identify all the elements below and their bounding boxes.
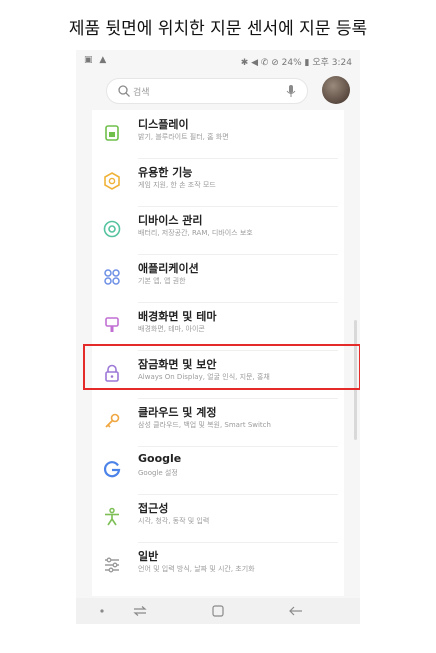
back-icon[interactable] [284, 602, 308, 620]
avatar[interactable] [322, 76, 350, 104]
menu-item-subtitle: 시각, 청각, 동작 및 입력 [138, 517, 210, 525]
menu-item-accessibility[interactable]: 접근성 시각, 청각, 동작 및 입력 [92, 494, 344, 542]
phone-screen: ▣ ▲ ✱ ◀ ✆ ⊘ 24% ▮ 오후 3:24 검색 디스플레이 밝기, 블… [76, 50, 360, 624]
recent-apps-icon[interactable] [128, 602, 152, 620]
menu-item-apps[interactable]: 애플리케이션 기본 앱, 앱 권한 [92, 254, 344, 302]
menu-item-title: Google [138, 452, 182, 465]
menu-item-subtitle: 언어 및 입력 방식, 날짜 및 시간, 초기화 [138, 565, 255, 573]
navigation-bar [76, 598, 360, 624]
menu-item-title: 클라우드 및 계정 [138, 406, 217, 419]
menu-item-cloud-accounts[interactable]: 클라우드 및 계정 삼성 클라우드, 백업 및 복원, Smart Switch [92, 398, 344, 446]
status-bar: ▣ ▲ ✱ ◀ ✆ ⊘ 24% ▮ 오후 3:24 [76, 50, 360, 70]
sliders-icon [105, 557, 119, 573]
mic-icon[interactable] [285, 84, 297, 98]
menu-item-title: 일반 [138, 550, 159, 563]
google-icon [103, 461, 121, 478]
search-input[interactable]: 검색 [106, 78, 308, 104]
brush-icon [105, 317, 119, 332]
menu-item-title: 애플리케이션 [138, 262, 199, 275]
highlight-box [83, 344, 360, 390]
menu-item-title: 디스플레이 [138, 118, 189, 131]
menu-item-google[interactable]: Google Google 설정 [92, 446, 344, 494]
menu-item-subtitle: Google 설정 [138, 469, 178, 477]
menu-item-display[interactable]: 디스플레이 밝기, 블루라이트 필터, 홈 화면 [92, 110, 344, 158]
home-icon[interactable] [206, 602, 230, 620]
display-icon [105, 125, 119, 141]
menu-item-advanced-features[interactable]: 유용한 기능 게임 지원, 한 손 조작 모드 [92, 158, 344, 206]
menu-item-subtitle: 밝기, 블루라이트 필터, 홈 화면 [138, 133, 229, 141]
menu-item-title: 디바이스 관리 [138, 214, 203, 227]
menu-item-title: 배경화면 및 테마 [138, 310, 217, 323]
menu-item-title: 접근성 [138, 502, 169, 515]
menu-item-title: 유용한 기능 [138, 166, 193, 179]
key-icon [105, 413, 120, 428]
device-care-icon [103, 220, 121, 238]
status-left: ▣ ▲ [84, 55, 109, 65]
status-right: ✱ ◀ ✆ ⊘ 24% ▮ 오후 3:24 [240, 58, 352, 68]
menu-item-subtitle: 기본 앱, 앱 권한 [138, 277, 186, 285]
menu-item-device-care[interactable]: 디바이스 관리 배터리, 저장공간, RAM, 디바이스 보호 [92, 206, 344, 254]
gear-icon [104, 172, 120, 190]
menu-item-subtitle: 배경화면, 테마, 아이콘 [138, 325, 205, 333]
menu-item-subtitle: 배터리, 저장공간, RAM, 디바이스 보호 [138, 229, 253, 237]
search-icon [118, 85, 130, 97]
menu-item-subtitle: 게임 지원, 한 손 조작 모드 [138, 181, 216, 189]
apps-icon [104, 269, 120, 285]
search-placeholder: 검색 [133, 88, 150, 98]
search-row: 검색 [76, 74, 360, 110]
dot-icon[interactable] [90, 602, 114, 620]
menu-item-wallpapers-themes[interactable]: 배경화면 및 테마 배경화면, 테마, 아이콘 [92, 302, 344, 350]
accessibility-icon [105, 507, 119, 526]
caption-title: 제품 뒷면에 위치한 지문 센서에 지문 등록 [68, 19, 368, 39]
menu-item-general[interactable]: 일반 언어 및 입력 방식, 날짜 및 시간, 초기화 [92, 542, 344, 590]
menu-item-subtitle: 삼성 클라우드, 백업 및 복원, Smart Switch [138, 421, 271, 429]
